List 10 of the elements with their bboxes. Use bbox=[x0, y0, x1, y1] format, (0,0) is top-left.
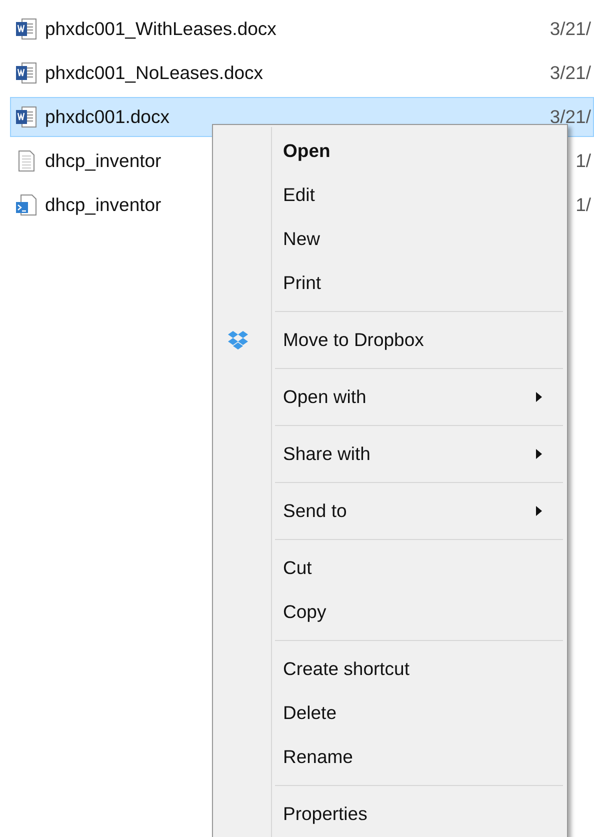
file-name: dhcp_inventor bbox=[45, 150, 162, 172]
file-name: phxdc001.docx bbox=[45, 106, 170, 128]
file-date: 1/ bbox=[576, 194, 591, 216]
file-date: 3/21/ bbox=[550, 106, 591, 128]
file-name: phxdc001_NoLeases.docx bbox=[45, 62, 264, 84]
file-date: 1/ bbox=[576, 150, 591, 172]
file-name: dhcp_inventor bbox=[45, 194, 162, 216]
file-date: 3/21/ bbox=[550, 18, 591, 40]
file-name: phxdc001_WithLeases.docx bbox=[45, 18, 276, 40]
file-date: 3/21/ bbox=[550, 62, 591, 84]
